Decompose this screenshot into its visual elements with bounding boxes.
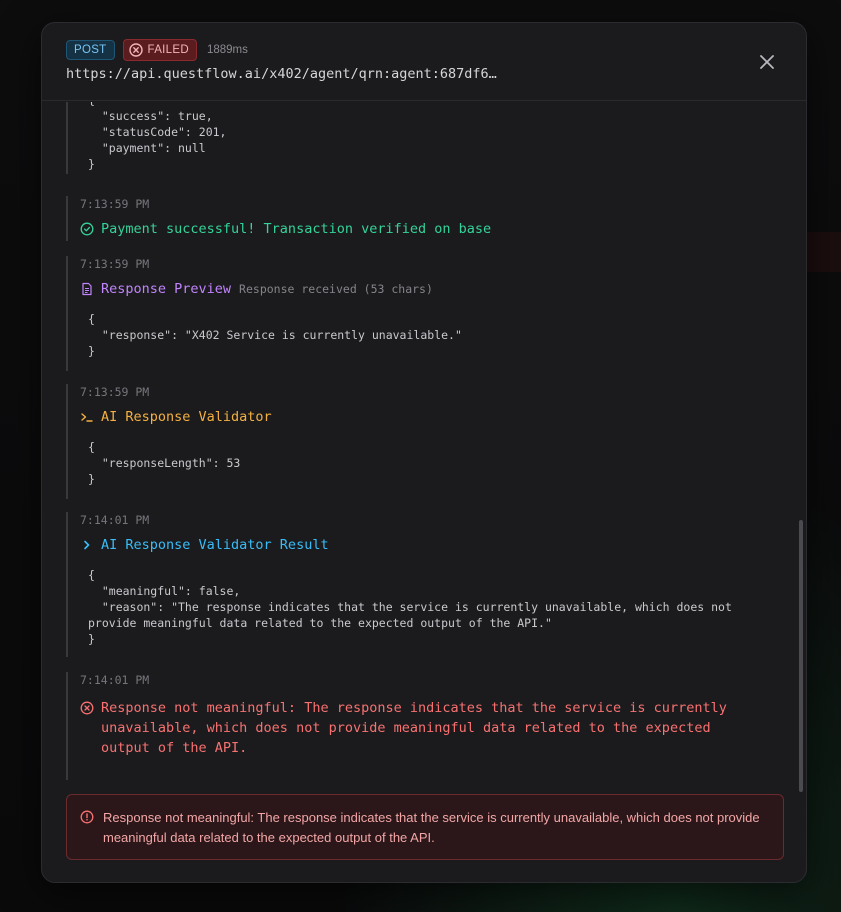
log-entry-validator: 7:13:59 PM AI Response Validator { "resp… (66, 384, 272, 499)
entry-title: AI Response Validator (80, 409, 272, 425)
log-entry-validator-result: 7:14:01 PM AI Response Validator Result … (66, 512, 732, 657)
status-badge: FAILED (122, 39, 197, 61)
entry-title-text: AI Response Validator Result (101, 537, 329, 553)
request-log-modal: POST FAILED 1889ms https://api.questflow… (41, 22, 807, 883)
timestamp: 7:14:01 PM (80, 513, 150, 527)
timestamp: 7:13:59 PM (80, 257, 150, 271)
entry-title: Response not meaningful: The response in… (80, 698, 761, 758)
entry-title-text: AI Response Validator (101, 409, 272, 425)
json-block: { "meaningful": false, "reason": "The re… (88, 568, 732, 646)
method-badge: POST (66, 40, 115, 60)
timestamp: 7:13:59 PM (80, 385, 150, 399)
chevron-right-icon (84, 540, 90, 550)
log-entry-response-preview: 7:13:59 PM Response Preview Response rec… (66, 256, 462, 371)
scrollbar-thumb[interactable] (799, 520, 803, 792)
x-circle-icon (80, 701, 94, 715)
terminal-icon (81, 413, 93, 422)
json-block: { "responseLength": 53 } (88, 440, 241, 486)
log-entry-response-json: { "success": true, "statusCode": 201, "p… (66, 102, 226, 174)
request-url: https://api.questflow.ai/x402/agent/qrn:… (66, 66, 497, 82)
duration-label: 1889ms (206, 44, 248, 56)
alert-circle-icon (80, 810, 94, 824)
log-entry-payment: 7:13:59 PM Payment successful! Transacti… (66, 196, 491, 241)
x-circle-icon (128, 43, 143, 57)
entry-title-text: Payment successful! Transaction verified… (101, 221, 492, 237)
log-scroll-area[interactable]: { "success": true, "statusCode": 201, "p… (42, 102, 806, 792)
json-block: { "response": "X402 Service is currently… (88, 312, 462, 358)
entry-title: AI Response Validator Result (80, 537, 732, 553)
close-button[interactable] (758, 53, 776, 71)
timestamp: 7:13:59 PM (80, 197, 150, 211)
entry-title-text: Response not meaningful: The response in… (101, 700, 727, 756)
alert-message: Response not meaningful: The response in… (103, 810, 760, 845)
json-block: { "success": true, "statusCode": 201, "p… (88, 102, 227, 171)
entry-title-text: Response Preview (101, 281, 232, 297)
request-badges: POST FAILED 1889ms (66, 39, 248, 61)
check-circle-icon (80, 222, 94, 236)
status-label: FAILED (147, 44, 189, 56)
close-icon (760, 55, 774, 69)
entry-subtitle: Response received (53 chars) (239, 282, 433, 296)
error-alert: Response not meaningful: The response in… (66, 794, 784, 860)
modal-header: POST FAILED 1889ms https://api.questflow… (42, 23, 806, 101)
entry-title: Payment successful! Transaction verified… (80, 221, 491, 237)
document-icon (82, 282, 92, 296)
timestamp: 7:14:01 PM (80, 673, 150, 687)
log-entry-error: 7:14:01 PM Response not meaningful: The … (66, 672, 761, 780)
entry-title: Response Preview Response received (53 c… (80, 281, 462, 297)
